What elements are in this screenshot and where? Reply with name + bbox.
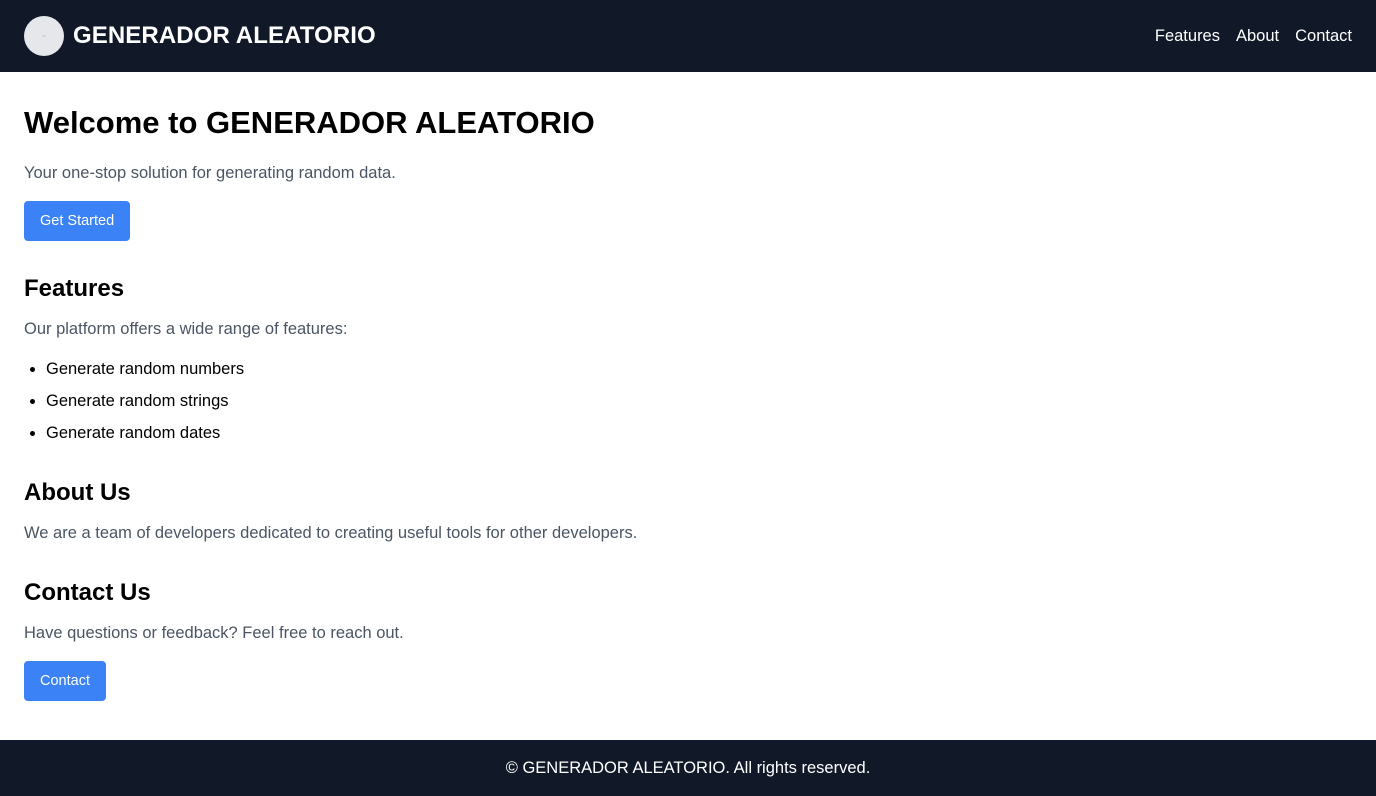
- site-footer: © GENERADOR ALEATORIO. All rights reserv…: [0, 740, 1376, 796]
- features-section: Features Our platform offers a wide rang…: [24, 274, 1352, 444]
- contact-text: Have questions or feedback? Feel free to…: [24, 624, 404, 642]
- contact-title: Contact Us: [24, 579, 151, 606]
- feature-list: Generate random numbers Generate random …: [24, 358, 1352, 444]
- hero-section: Welcome to GENERADOR ALEATORIO Your one-…: [24, 105, 1352, 241]
- about-text: We are a team of developers dedicated to…: [24, 524, 638, 542]
- get-started-button[interactable]: Get Started: [24, 201, 131, 241]
- nav-link-features[interactable]: Features: [1155, 27, 1220, 46]
- nav-link-contact[interactable]: Contact: [1295, 27, 1352, 46]
- hero-title: Welcome to GENERADOR ALEATORIO: [24, 105, 595, 140]
- top-navbar: GENERADOR ALEATORIO Features About Conta…: [0, 0, 1376, 72]
- page: GENERADOR ALEATORIO Features About Conta…: [0, 0, 1376, 796]
- about-title: About Us: [24, 479, 131, 506]
- features-intro: Our platform offers a wide range of feat…: [24, 320, 348, 338]
- brand-link[interactable]: GENERADOR ALEATORIO: [24, 16, 376, 56]
- logo-circle-icon: [24, 16, 64, 56]
- contact-button[interactable]: Contact: [24, 661, 106, 701]
- feature-item-strings: Generate random strings: [46, 390, 1352, 412]
- features-title: Features: [24, 275, 125, 302]
- footer-copyright: © GENERADOR ALEATORIO. All rights reserv…: [505, 758, 871, 777]
- about-section: About Us We are a team of developers ded…: [24, 478, 1352, 544]
- nav-link-about[interactable]: About: [1236, 27, 1279, 46]
- main-nav: Features About Contact: [1155, 27, 1352, 46]
- hero-subtitle: Your one-stop solution for generating ra…: [24, 164, 396, 182]
- feature-item-dates: Generate random dates: [46, 422, 1352, 444]
- feature-item-numbers: Generate random numbers: [46, 358, 1352, 380]
- main-content: Welcome to GENERADOR ALEATORIO Your one-…: [0, 72, 1376, 796]
- brand-name: GENERADOR ALEATORIO: [73, 22, 376, 49]
- contact-section: Contact Us Have questions or feedback? F…: [24, 578, 1352, 701]
